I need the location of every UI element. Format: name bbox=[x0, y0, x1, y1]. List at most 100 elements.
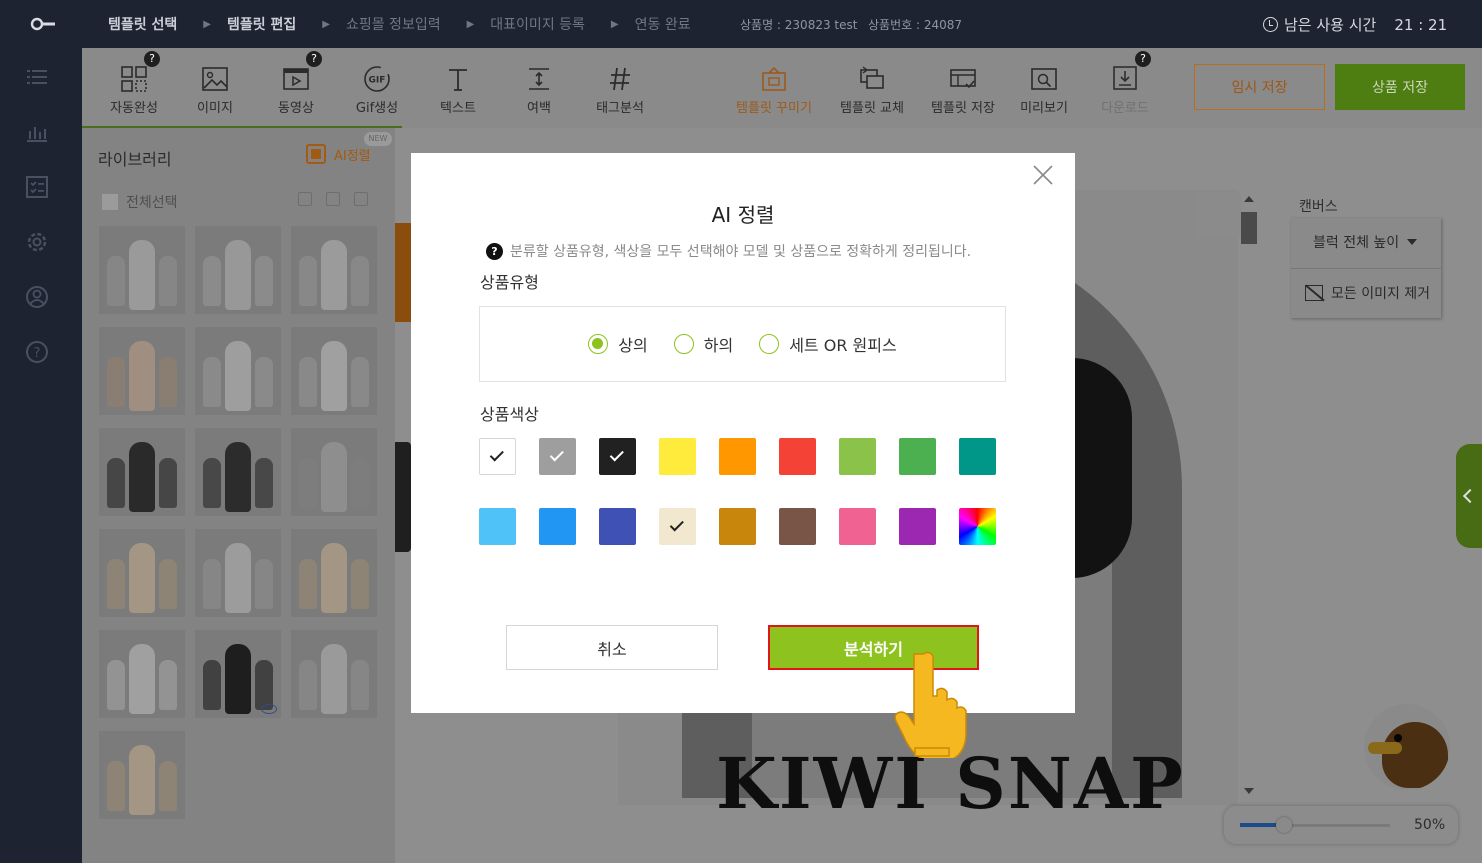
color-swatch[interactable] bbox=[659, 438, 696, 475]
library-thumbnail[interactable] bbox=[99, 226, 185, 314]
video-icon bbox=[283, 68, 309, 90]
temp-save-button[interactable]: 임시 저장 bbox=[1194, 64, 1325, 110]
remove-all-images-button[interactable]: 모든 이미지 제거 bbox=[1291, 268, 1441, 316]
color-swatch[interactable] bbox=[539, 508, 576, 545]
color-swatch[interactable] bbox=[479, 438, 516, 475]
svg-text:?: ? bbox=[34, 346, 41, 361]
tool-preview[interactable]: 미리보기 bbox=[1004, 64, 1084, 116]
library-thumbnail[interactable] bbox=[291, 226, 377, 314]
radio-top[interactable]: 상의 bbox=[588, 332, 648, 356]
lock-icon[interactable] bbox=[1195, 192, 1241, 238]
copy-icon[interactable] bbox=[326, 192, 340, 206]
block-height-dropdown[interactable]: 블럭 전체 높이 bbox=[1291, 218, 1441, 266]
step-arrow-icon: ▶ bbox=[322, 18, 330, 30]
color-swatch[interactable] bbox=[479, 508, 516, 545]
canvas-scrollbar[interactable] bbox=[1239, 194, 1259, 794]
library-thumbnail[interactable] bbox=[99, 327, 185, 415]
color-swatch[interactable] bbox=[779, 508, 816, 545]
tool-template-decorate[interactable]: 템플릿 꾸미기 bbox=[734, 64, 814, 116]
color-swatch[interactable] bbox=[539, 438, 576, 475]
library-thumbnail[interactable] bbox=[291, 428, 377, 516]
eye-icon[interactable] bbox=[261, 704, 277, 714]
user-icon[interactable] bbox=[24, 284, 50, 310]
library-thumbnail[interactable] bbox=[291, 327, 377, 415]
tool-spacing[interactable]: 여백 bbox=[499, 64, 579, 116]
check-icon bbox=[609, 447, 624, 462]
library-thumbnail[interactable] bbox=[195, 428, 281, 516]
library-thumbnail[interactable] bbox=[99, 529, 185, 617]
tool-text[interactable]: 텍스트 bbox=[418, 64, 498, 116]
color-swatch[interactable] bbox=[779, 438, 816, 475]
gif-icon: GIF bbox=[364, 66, 390, 92]
cancel-button[interactable]: 취소 bbox=[506, 625, 718, 670]
help-badge-icon[interactable]: ? bbox=[1135, 51, 1151, 67]
help-icon[interactable]: ? bbox=[24, 339, 50, 365]
step-sync-complete[interactable]: 연동 완료 bbox=[635, 14, 691, 34]
tool-template-save[interactable]: 템플릿 저장 bbox=[923, 64, 1003, 116]
gear-icon[interactable] bbox=[24, 229, 50, 255]
tool-video[interactable]: ? 동영상 bbox=[256, 51, 336, 116]
library-thumbnail[interactable] bbox=[291, 529, 377, 617]
color-swatch[interactable] bbox=[839, 508, 876, 545]
color-swatch[interactable] bbox=[719, 508, 756, 545]
product-color-label: 상품색상 bbox=[480, 405, 539, 424]
scroll-up-icon[interactable] bbox=[1244, 196, 1254, 202]
step-template-edit[interactable]: 템플릿 편집 bbox=[227, 14, 296, 34]
tool-tag-analysis[interactable]: 태그분석 bbox=[580, 64, 660, 116]
checklist-icon[interactable] bbox=[24, 174, 50, 200]
scrollbar-thumb[interactable] bbox=[1241, 212, 1257, 244]
library-thumbnail[interactable] bbox=[195, 529, 281, 617]
tool-gif[interactable]: GIF Gif생성 bbox=[337, 64, 417, 116]
list-icon[interactable] bbox=[24, 64, 50, 90]
library-thumbnail[interactable] bbox=[99, 731, 185, 819]
color-swatch[interactable] bbox=[839, 438, 876, 475]
radio-bottom[interactable]: 하의 bbox=[673, 332, 733, 356]
step-shop-info[interactable]: 쇼핑몰 정보입력 bbox=[346, 14, 441, 34]
library-thumbnail[interactable] bbox=[99, 630, 185, 718]
panel-collapse-handle[interactable] bbox=[395, 442, 411, 552]
tool-label: 텍스트 bbox=[440, 101, 476, 116]
tool-label: 이미지 bbox=[197, 101, 233, 116]
tool-image[interactable]: 이미지 bbox=[175, 64, 255, 116]
tool-label: 템플릿 교체 bbox=[840, 101, 904, 116]
color-swatch[interactable] bbox=[719, 438, 756, 475]
library-thumbnail[interactable] bbox=[291, 630, 377, 718]
ai-sort-button[interactable]: AI정렬 bbox=[306, 144, 371, 164]
zoom-control: 50% bbox=[1224, 806, 1458, 844]
app-logo-icon[interactable] bbox=[30, 15, 56, 33]
chart-icon[interactable] bbox=[24, 119, 50, 145]
step-main-image[interactable]: 대표이미지 등록 bbox=[490, 14, 585, 34]
kiwi-mascot-avatar[interactable] bbox=[1364, 704, 1450, 790]
help-badge-icon[interactable]: ? bbox=[306, 51, 322, 67]
tool-template-swap[interactable]: 템플릿 교체 bbox=[832, 64, 912, 116]
library-thumbnail[interactable] bbox=[195, 630, 281, 718]
library-orange-tab[interactable] bbox=[395, 223, 411, 322]
zoom-slider-handle[interactable] bbox=[1276, 817, 1292, 833]
help-badge-icon[interactable]: ? bbox=[144, 51, 160, 67]
trash-icon[interactable] bbox=[354, 192, 368, 206]
color-swatch[interactable] bbox=[659, 508, 696, 545]
color-swatch[interactable] bbox=[599, 508, 636, 545]
toolbar: ? 자동완성 이미지 ? 동영상 GIF Gif생성 텍스트 여백 태그분석 템… bbox=[82, 48, 1482, 128]
scroll-down-icon[interactable] bbox=[1244, 788, 1254, 794]
select-all-checkbox[interactable]: 전체선택 bbox=[102, 192, 178, 212]
close-icon[interactable] bbox=[1031, 163, 1055, 187]
right-panel-toggle[interactable] bbox=[1456, 444, 1482, 548]
library-thumbnail[interactable] bbox=[195, 226, 281, 314]
tool-autocomplete[interactable]: ? 자동완성 bbox=[94, 51, 174, 116]
download-icon[interactable] bbox=[298, 192, 312, 206]
library-thumbnail[interactable] bbox=[99, 428, 185, 516]
library-thumbnail[interactable] bbox=[195, 327, 281, 415]
tool-download[interactable]: ? 다운로드 bbox=[1085, 51, 1165, 116]
preview-icon bbox=[1031, 68, 1057, 90]
color-swatch[interactable] bbox=[899, 438, 936, 475]
step-template-select[interactable]: 템플릿 선택 bbox=[108, 14, 177, 34]
color-swatch[interactable] bbox=[959, 508, 996, 545]
color-swatch[interactable] bbox=[899, 508, 936, 545]
product-save-button[interactable]: 상품 저장 bbox=[1335, 64, 1465, 110]
color-swatch[interactable] bbox=[959, 438, 996, 475]
caret-down-icon bbox=[1407, 239, 1418, 245]
color-swatch[interactable] bbox=[599, 438, 636, 475]
text-icon bbox=[449, 69, 467, 91]
radio-set-onepiece[interactable]: 세트 OR 원피스 bbox=[759, 332, 897, 356]
